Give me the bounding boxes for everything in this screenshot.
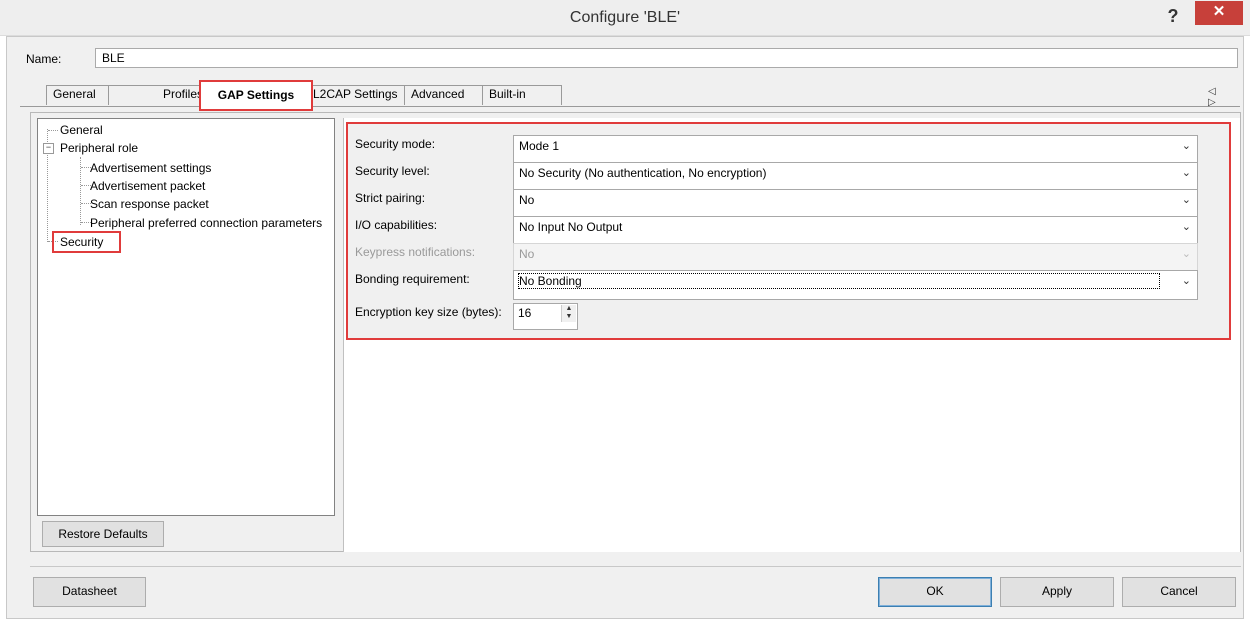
- footer-divider: [30, 566, 1241, 567]
- security-mode-label: Security mode:: [355, 137, 436, 151]
- name-label: Name:: [26, 52, 62, 66]
- bonding-requirement-label: Bonding requirement:: [355, 272, 470, 286]
- name-input[interactable]: BLE: [95, 48, 1238, 68]
- encryption-key-size-label: Encryption key size (bytes):: [355, 305, 502, 319]
- chevron-down-icon: ⌄: [1181, 194, 1191, 206]
- tab-advanced[interactable]: Advanced: [404, 85, 494, 105]
- tree-item-peripheral-role[interactable]: Peripheral role: [60, 141, 138, 155]
- keypress-notifications-value: No: [519, 247, 535, 261]
- help-icon[interactable]: ?: [1162, 6, 1184, 28]
- tab-l2cap-settings[interactable]: L2CAP Settings: [306, 85, 416, 105]
- chevron-down-icon: ⌄: [1181, 167, 1191, 179]
- chevron-down-icon: ⌄: [1181, 248, 1191, 260]
- encryption-key-size-value: 16: [518, 306, 532, 320]
- tab-built-in[interactable]: Built-in: [482, 85, 562, 105]
- cancel-button[interactable]: Cancel: [1122, 577, 1236, 607]
- security-mode-value: Mode 1: [519, 139, 560, 153]
- bonding-requirement-value: No Bonding: [518, 273, 1160, 289]
- window-title: Configure 'BLE': [569, 9, 681, 26]
- tree-item-general[interactable]: General: [60, 123, 103, 137]
- restore-defaults-button[interactable]: Restore Defaults: [42, 521, 164, 547]
- io-capabilities-label: I/O capabilities:: [355, 218, 438, 232]
- bonding-requirement-select[interactable]: No Bonding ⌄: [513, 270, 1198, 300]
- tab-profiles[interactable]: Profiles: [108, 85, 210, 105]
- settings-tree[interactable]: General − Peripheral role Advertisement …: [37, 118, 335, 516]
- strict-pairing-select[interactable]: No ⌄: [513, 189, 1198, 219]
- security-level-select[interactable]: No Security (No authentication, No encry…: [513, 162, 1198, 192]
- security-mode-select[interactable]: Mode 1 ⌄: [513, 135, 1198, 165]
- strict-pairing-value: No: [519, 193, 535, 207]
- tab-scroll-arrows-icon[interactable]: ◁ ▷: [1208, 86, 1228, 108]
- security-level-value: No Security (No authentication, No encry…: [519, 166, 767, 180]
- tab-gap-settings[interactable]: GAP Settings: [199, 80, 313, 111]
- ok-button[interactable]: OK: [878, 577, 992, 607]
- security-highlight: [52, 231, 121, 253]
- keypress-notifications-select: No ⌄: [513, 243, 1198, 273]
- collapse-icon[interactable]: −: [43, 143, 54, 154]
- keypress-notifications-label: Keypress notifications:: [355, 245, 476, 259]
- strict-pairing-label: Strict pairing:: [355, 191, 426, 205]
- tree-connector: [48, 130, 58, 131]
- datasheet-button[interactable]: Datasheet: [33, 577, 146, 607]
- io-capabilities-value: No Input No Output: [519, 220, 623, 234]
- tab-strip: General Profiles GAP Settings L2CAP Sett…: [16, 79, 1240, 111]
- spin-arrows-icon[interactable]: ▲ ▼: [561, 305, 576, 322]
- close-button[interactable]: ✕: [1195, 1, 1243, 25]
- encryption-key-size-stepper[interactable]: 16 ▲ ▼: [513, 303, 578, 330]
- tree-item-advertisement-settings[interactable]: Advertisement settings: [90, 161, 211, 175]
- tree-item-peripheral-connection-params[interactable]: Peripheral preferred connection paramete…: [90, 216, 322, 230]
- apply-button[interactable]: Apply: [1000, 577, 1114, 607]
- chevron-down-icon: ⌄: [1181, 221, 1191, 233]
- tree-item-advertisement-packet[interactable]: Advertisement packet: [90, 179, 205, 193]
- tree-item-scan-response-packet[interactable]: Scan response packet: [90, 197, 209, 211]
- chevron-down-icon: ⌄: [1181, 140, 1191, 152]
- security-level-label: Security level:: [355, 164, 430, 178]
- chevron-down-icon: ⌄: [1181, 275, 1191, 287]
- io-capabilities-select[interactable]: No Input No Output ⌄: [513, 216, 1198, 246]
